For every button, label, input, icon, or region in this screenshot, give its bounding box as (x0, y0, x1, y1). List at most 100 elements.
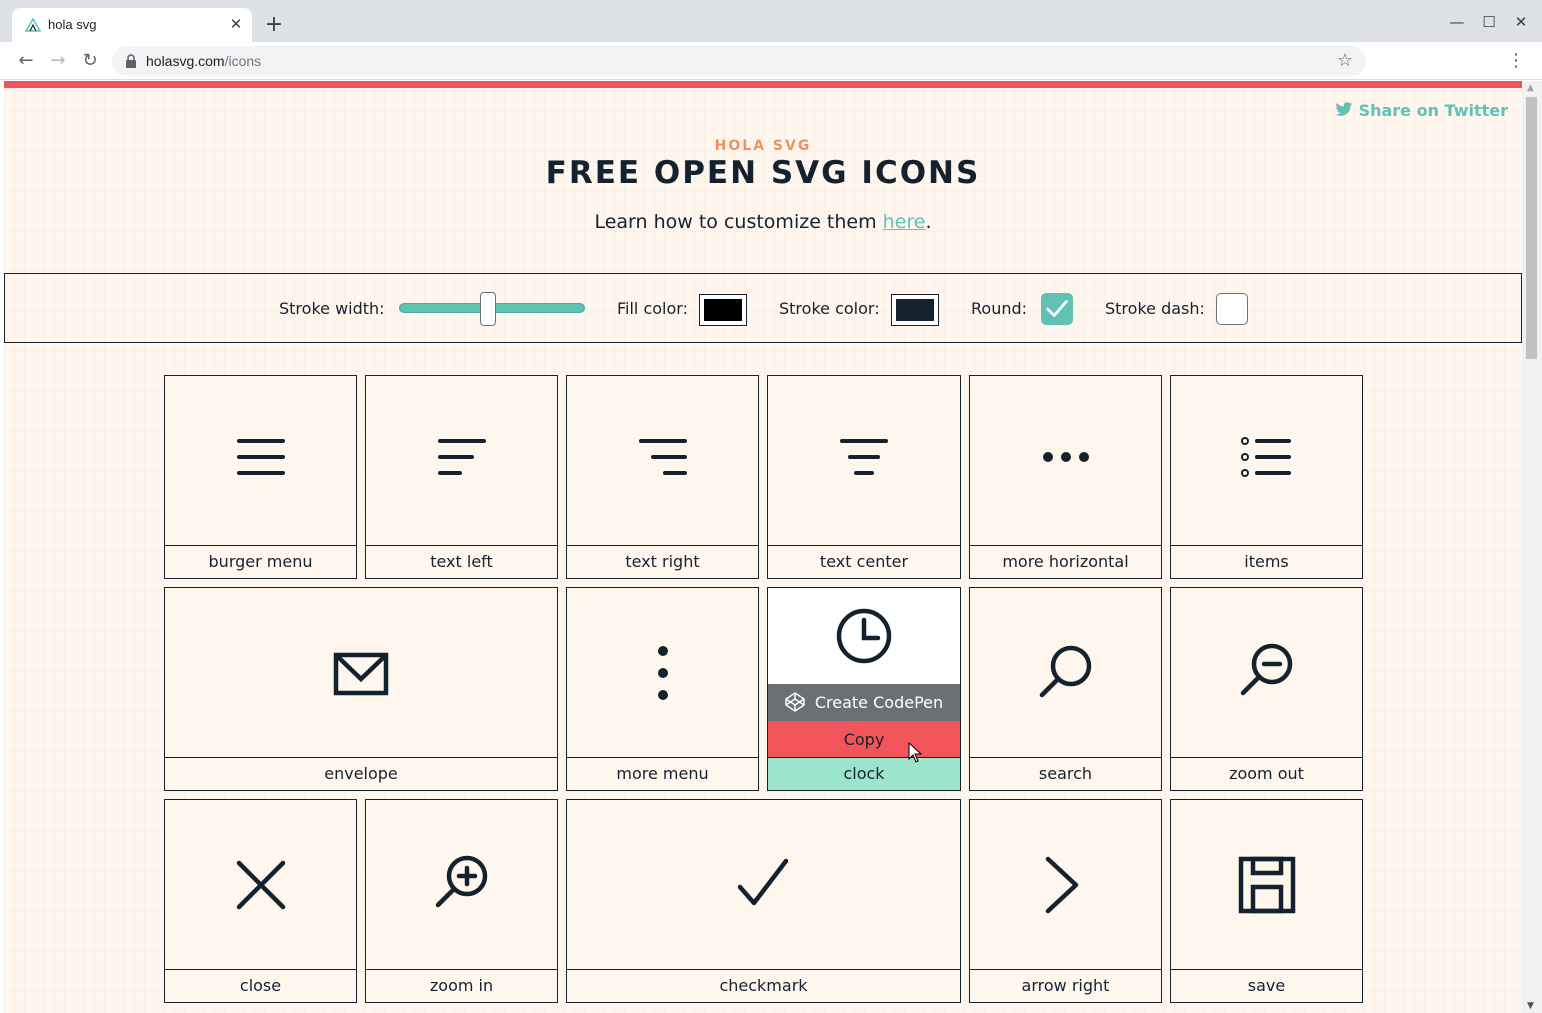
subtitle-period: . (925, 211, 932, 233)
icon-card-save[interactable]: save (1170, 799, 1363, 1003)
checkmark-icon (737, 858, 788, 906)
bookmark-star-icon[interactable]: ☆ (1334, 50, 1356, 72)
icon-preview (567, 588, 758, 758)
close-icon (236, 860, 285, 910)
icon-label: zoom in (366, 969, 557, 1002)
site-favicon-icon (25, 17, 41, 32)
url-text: holasvg.com/icons (146, 53, 261, 69)
stroke-color-swatch (896, 299, 934, 321)
icon-label: text left (366, 545, 557, 578)
icon-label: zoom out (1171, 757, 1362, 790)
minimize-icon[interactable]: — (1447, 12, 1467, 32)
icon-preview (1171, 376, 1362, 546)
stroke-color-picker[interactable] (891, 294, 939, 326)
icon-card-text-center[interactable]: text center (767, 375, 961, 579)
icon-preview (165, 588, 557, 758)
icon-controls-panel: Stroke width: Fill color: Stroke color: … (4, 273, 1522, 343)
envelope-icon (333, 652, 389, 696)
window-close-icon[interactable]: ✕ (1511, 12, 1531, 32)
codepen-icon (785, 692, 805, 712)
top-accent-bar (4, 81, 1522, 88)
brand-eyebrow: HOLA SVG (714, 138, 812, 154)
icon-label: more menu (567, 757, 758, 790)
icon-card-items[interactable]: items (1170, 375, 1363, 579)
stroke-width-label: Stroke width: (279, 299, 385, 318)
icon-card-envelope[interactable]: envelope (164, 587, 558, 791)
icon-preview (165, 376, 356, 546)
round-checkbox[interactable] (1041, 293, 1073, 325)
url-path: /icons (224, 53, 262, 69)
checkmark-icon (1046, 300, 1068, 317)
zoom-in-icon (435, 855, 487, 908)
back-arrow-icon[interactable]: ← (14, 49, 38, 73)
icon-card-zoom-out[interactable]: zoom out (1170, 587, 1363, 791)
more-horizontal-icon (1042, 452, 1089, 462)
page-scrollbar[interactable]: ▲ ▼ (1522, 81, 1542, 1013)
new-tab-button[interactable]: + (262, 13, 286, 37)
icon-card-search[interactable]: search (969, 587, 1162, 791)
address-bar[interactable]: holasvg.com/icons ☆ (112, 46, 1366, 76)
icon-label: more horizontal (970, 545, 1161, 578)
share-on-twitter-link[interactable]: Share on Twitter (1335, 101, 1508, 120)
icon-preview (768, 588, 960, 684)
items-icon (1240, 437, 1291, 477)
icon-card-more-menu[interactable]: more menu (566, 587, 759, 791)
forward-arrow-icon[interactable]: → (46, 49, 70, 73)
icon-card-text-right[interactable]: text right (566, 375, 759, 579)
reload-icon[interactable]: ↻ (78, 49, 102, 73)
icon-label: envelope (165, 757, 557, 790)
share-label: Share on Twitter (1358, 101, 1508, 120)
fill-color-picker[interactable] (699, 294, 747, 326)
icon-label: burger menu (165, 545, 356, 578)
icon-label: text right (567, 545, 758, 578)
browser-menu-icon[interactable]: ⋮ (1506, 49, 1526, 73)
tab-close-icon[interactable]: ✕ (226, 14, 246, 34)
scroll-up-icon[interactable]: ▲ (1527, 83, 1534, 93)
icon-card-more-horizontal[interactable]: more horizontal (969, 375, 1162, 579)
icon-card-clock[interactable]: Create CodePen Copy clock (767, 587, 961, 791)
icon-label: save (1171, 969, 1362, 1002)
stroke-color-label: Stroke color: (779, 299, 880, 318)
search-icon (1039, 645, 1091, 698)
page-title: FREE OPEN SVG ICONS (545, 155, 981, 191)
zoom-out-icon (1240, 643, 1292, 696)
twitter-bird-icon (1335, 102, 1352, 116)
icon-preview (567, 376, 758, 546)
icon-label: text center (768, 545, 960, 578)
icon-preview (1171, 588, 1362, 758)
icon-preview (165, 800, 356, 970)
fill-color-swatch (704, 299, 742, 321)
icon-preview (970, 588, 1161, 758)
browser-toolbar: ← → ↻ holasvg.com/icons ☆ ⋮ (0, 42, 1542, 80)
icon-preview (970, 376, 1161, 546)
browser-tab-bar: hola svg ✕ + — ☐ ✕ (0, 0, 1542, 42)
url-host: holasvg.com (146, 53, 225, 69)
tab-title: hola svg (48, 17, 97, 32)
mouse-cursor-icon (908, 742, 922, 763)
icon-card-text-left[interactable]: text left (365, 375, 558, 579)
copy-button[interactable]: Copy (768, 721, 960, 758)
icon-label: close (165, 969, 356, 1002)
icon-card-burger-menu[interactable]: burger menu (164, 375, 357, 579)
scroll-down-icon[interactable]: ▼ (1527, 1001, 1534, 1011)
burger-menu-icon (236, 439, 285, 475)
icon-card-zoom-in[interactable]: zoom in (365, 799, 558, 1003)
customize-here-link[interactable]: here (883, 211, 926, 233)
icon-label: arrow right (970, 969, 1161, 1002)
maximize-icon[interactable]: ☐ (1479, 12, 1499, 32)
stroke-width-slider-thumb[interactable] (480, 292, 497, 326)
clock-icon (836, 608, 892, 664)
stroke-dash-checkbox[interactable] (1216, 293, 1248, 325)
page-viewport: Share on Twitter HOLA SVG FREE OPEN SVG … (4, 81, 1522, 1013)
create-codepen-button[interactable]: Create CodePen (768, 684, 960, 721)
icon-card-close[interactable]: close (164, 799, 357, 1003)
icon-preview (1171, 800, 1362, 970)
icon-label: clock (768, 757, 960, 790)
scrollbar-thumb[interactable] (1526, 97, 1537, 359)
icon-card-arrow-right[interactable]: arrow right (969, 799, 1162, 1003)
browser-tab[interactable]: hola svg ✕ (12, 8, 252, 42)
page-subtitle: Learn how to customize them here. (4, 211, 1522, 233)
arrow-right-icon (1045, 856, 1078, 914)
text-center-icon (840, 439, 888, 475)
icon-card-checkmark[interactable]: checkmark (566, 799, 961, 1003)
